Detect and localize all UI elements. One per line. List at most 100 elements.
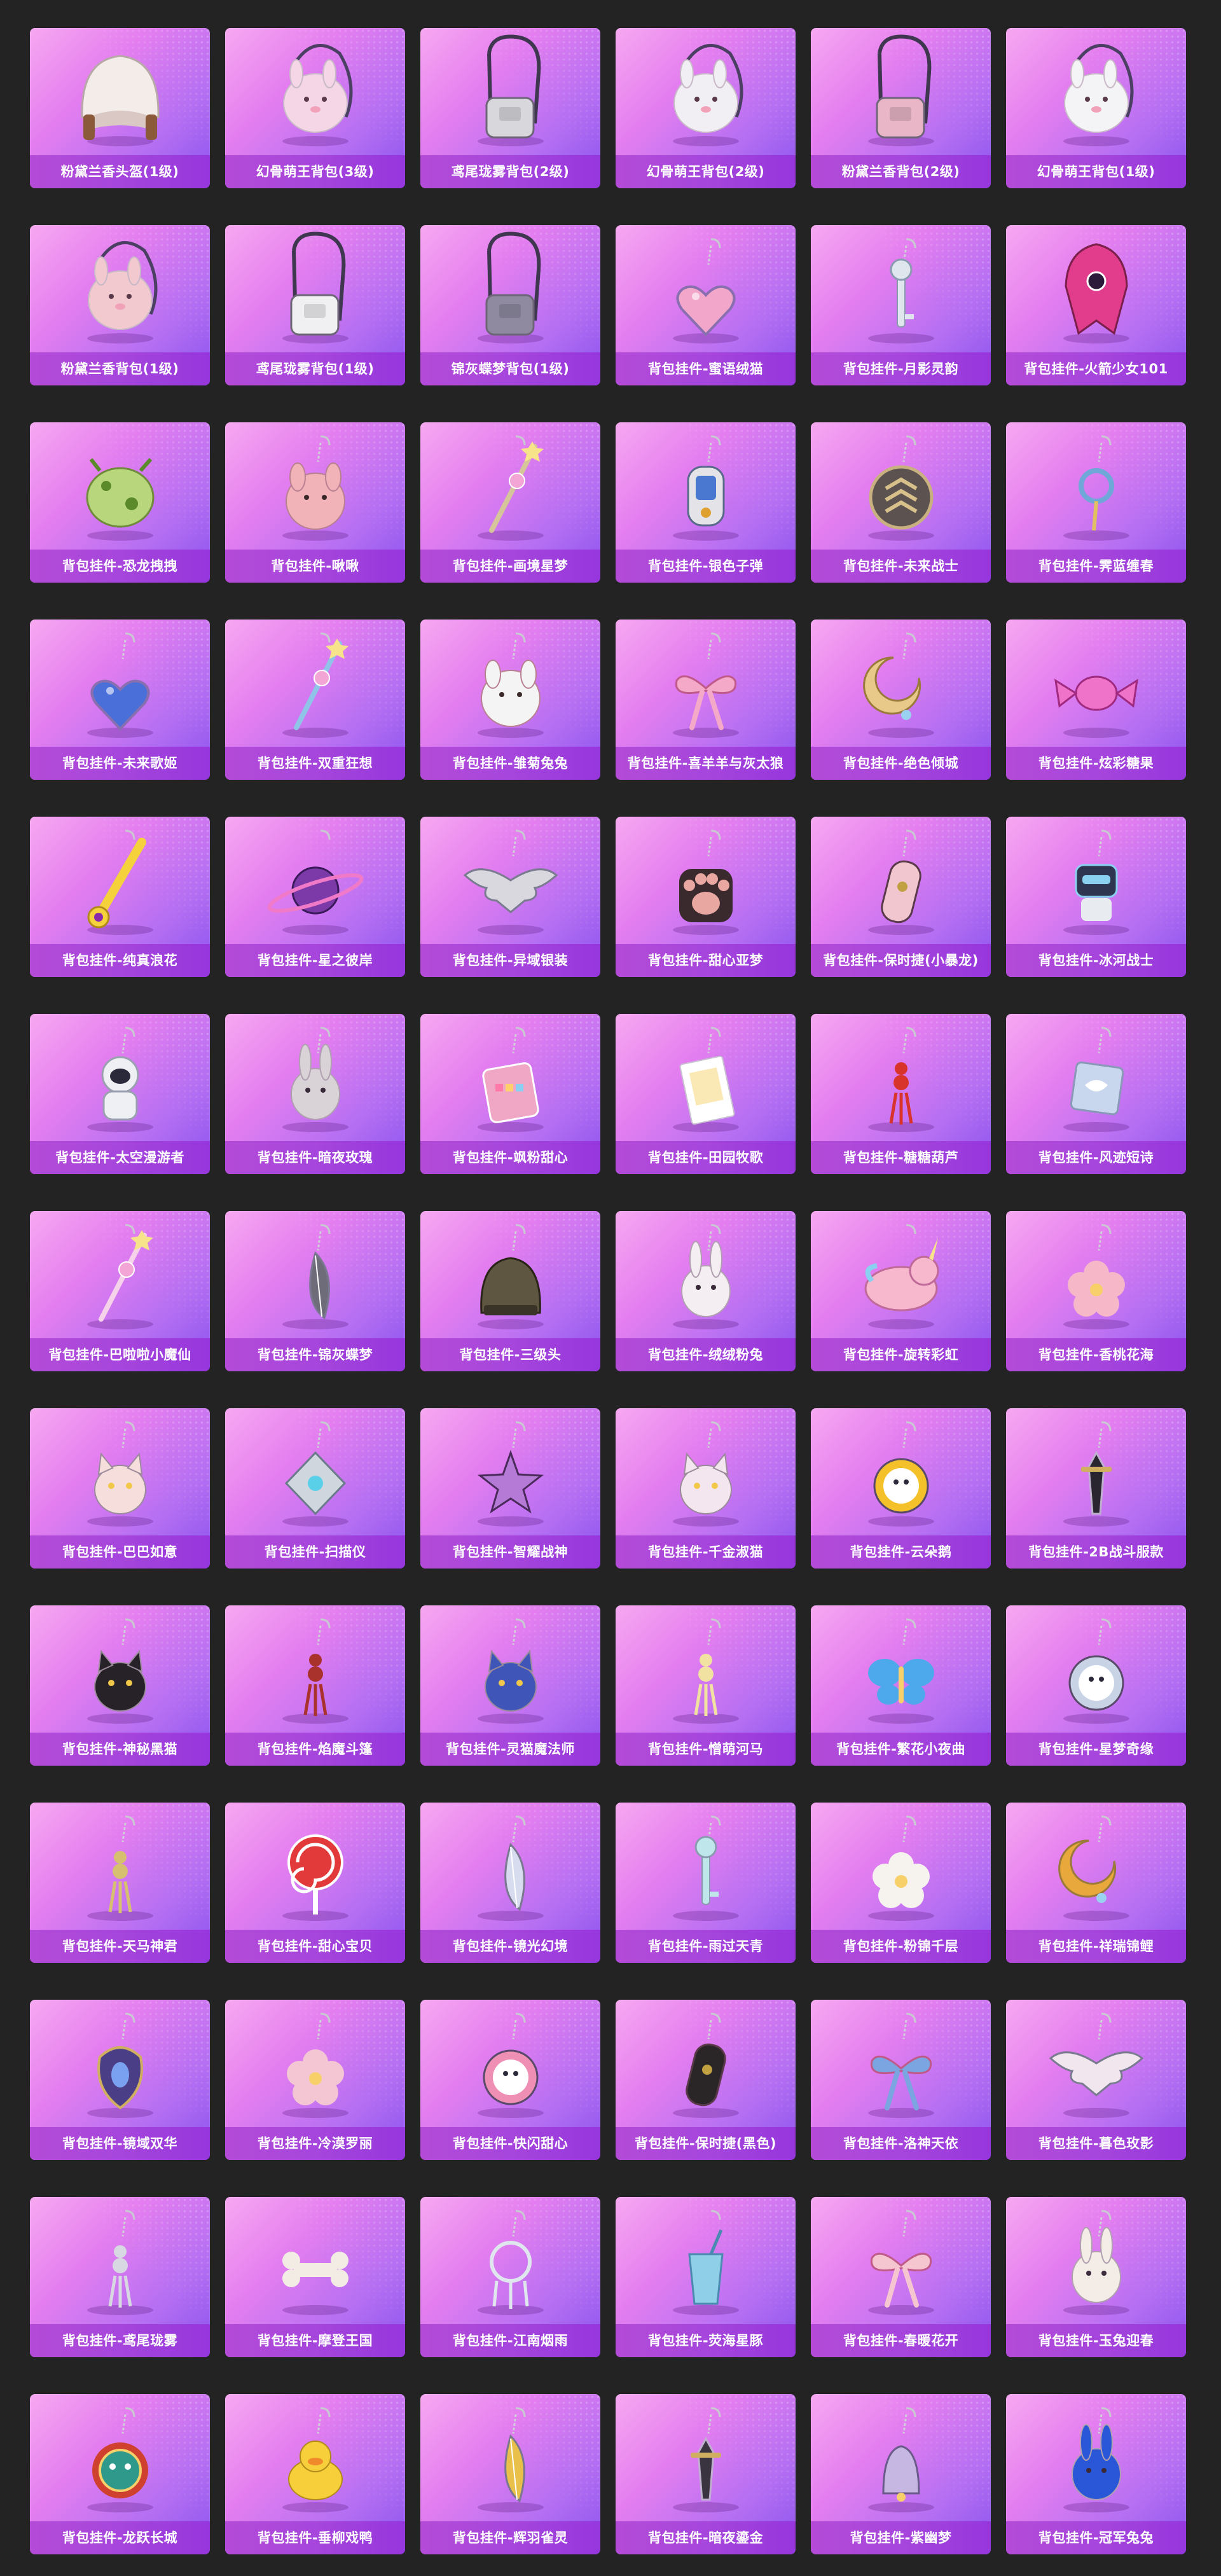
flower-charm-icon [868,1815,934,1921]
item-card-42[interactable]: 背包挂件-香桃花海 [1006,1211,1186,1371]
item-card-43[interactable]: 背包挂件-巴巴如意 [30,1408,210,1568]
item-label: 背包挂件-三级头 [420,1338,600,1371]
item-card-22[interactable]: 背包挂件-喜羊羊与灰太狼 [616,620,796,780]
item-card-14[interactable]: 背包挂件-啾啾 [225,422,405,583]
backpack-icon [282,232,348,343]
item-card-28[interactable]: 背包挂件-甜心亚梦 [616,817,796,977]
item-card-36[interactable]: 背包挂件-风迹短诗 [1006,1014,1186,1174]
item-label: 背包挂件-雏菊兔兔 [420,747,600,780]
item-card-72[interactable]: 背包挂件-玉兔迎春 [1006,2197,1186,2357]
item-card-73[interactable]: 背包挂件-龙跃长城 [30,2394,210,2554]
item-card-56[interactable]: 背包挂件-甜心宝贝 [225,1803,405,1963]
item-card-51[interactable]: 背包挂件-灵猫魔法师 [420,1605,600,1766]
item-card-55[interactable]: 背包挂件-天马神君 [30,1803,210,1963]
item-label: 背包挂件-绝色倾城 [811,747,991,780]
item-card-62[interactable]: 背包挂件-冷漠罗丽 [225,2000,405,2160]
item-card-5[interactable]: 粉黛兰香背包(2级) [811,28,991,188]
item-card-54[interactable]: 背包挂件-星梦奇缘 [1006,1605,1186,1766]
item-card-10[interactable]: 背包挂件-蜜语绒猫 [616,225,796,385]
item-card-3[interactable]: 鸢尾珑雾背包(2级) [420,28,600,188]
item-label: 背包挂件-炫彩糖果 [1006,747,1186,780]
item-card-65[interactable]: 背包挂件-洛神天依 [811,2000,991,2160]
item-card-17[interactable]: 背包挂件-未来战士 [811,422,991,583]
item-card-11[interactable]: 背包挂件-月影灵韵 [811,225,991,385]
item-card-7[interactable]: 粉黛兰香背包(1级) [30,225,210,385]
planet-charm-icon [267,829,364,935]
item-card-70[interactable]: 背包挂件-荧海星豚 [616,2197,796,2357]
item-card-57[interactable]: 背包挂件-镜光幻境 [420,1803,600,1963]
item-card-41[interactable]: 背包挂件-旋转彩虹 [811,1211,991,1371]
item-card-60[interactable]: 背包挂件-祥瑞锦鲤 [1006,1803,1186,1963]
item-card-74[interactable]: 背包挂件-垂柳戏鸭 [225,2394,405,2554]
item-card-1[interactable]: 粉黛兰香头盔(1级) [30,28,210,188]
item-card-40[interactable]: 背包挂件-绒绒粉兔 [616,1211,796,1371]
item-card-50[interactable]: 背包挂件-焰魔斗篷 [225,1605,405,1766]
item-label: 背包挂件-糖糖葫芦 [811,1141,991,1174]
item-label: 背包挂件-未来战士 [811,550,991,583]
item-card-48[interactable]: 背包挂件-2B战斗服款 [1006,1408,1186,1568]
item-card-76[interactable]: 背包挂件-暗夜鎏金 [616,2394,796,2554]
item-card-16[interactable]: 背包挂件-银色子弹 [616,422,796,583]
item-card-32[interactable]: 背包挂件-暗夜玫瑰 [225,1014,405,1174]
item-card-30[interactable]: 背包挂件-冰河战士 [1006,817,1186,977]
item-card-21[interactable]: 背包挂件-雏菊兔兔 [420,620,600,780]
item-card-75[interactable]: 背包挂件-辉羽雀灵 [420,2394,600,2554]
item-card-44[interactable]: 背包挂件-扫描仪 [225,1408,405,1568]
item-card-45[interactable]: 背包挂件-智耀战神 [420,1408,600,1568]
item-card-13[interactable]: 背包挂件-恐龙拽拽 [30,422,210,583]
item-card-78[interactable]: 背包挂件-冠军兔兔 [1006,2394,1186,2554]
item-card-26[interactable]: 背包挂件-星之彼岸 [225,817,405,977]
item-card-12[interactable]: 背包挂件-火箭少女101 [1006,225,1186,385]
item-card-9[interactable]: 锦灰蝶梦背包(1级) [420,225,600,385]
item-card-49[interactable]: 背包挂件-神秘黑猫 [30,1605,210,1766]
item-label: 背包挂件-香桃花海 [1006,1338,1186,1371]
item-card-37[interactable]: 背包挂件-巴啦啦小魔仙 [30,1211,210,1371]
item-card-29[interactable]: 背包挂件-保时捷(小暴龙) [811,817,991,977]
item-card-6[interactable]: 幻骨萌王背包(1级) [1006,28,1186,188]
item-card-58[interactable]: 背包挂件-雨过天青 [616,1803,796,1963]
item-card-31[interactable]: 背包挂件-太空漫游者 [30,1014,210,1174]
item-card-34[interactable]: 背包挂件-田园牧歌 [616,1014,796,1174]
item-card-66[interactable]: 背包挂件-暮色玫影 [1006,2000,1186,2160]
item-label: 背包挂件-憎萌河马 [616,1733,796,1766]
item-card-15[interactable]: 背包挂件-画境星梦 [420,422,600,583]
item-card-53[interactable]: 背包挂件-繁花小夜曲 [811,1605,991,1766]
item-card-39[interactable]: 背包挂件-三级头 [420,1211,600,1371]
item-card-23[interactable]: 背包挂件-绝色倾城 [811,620,991,780]
item-card-27[interactable]: 背包挂件-异域银装 [420,817,600,977]
item-card-64[interactable]: 背包挂件-保时捷(黑色) [616,2000,796,2160]
feather-charm-icon [282,1224,348,1329]
item-card-35[interactable]: 背包挂件-糖糖葫芦 [811,1014,991,1174]
item-card-77[interactable]: 背包挂件-紫幽梦 [811,2394,991,2554]
item-card-69[interactable]: 背包挂件-江南烟雨 [420,2197,600,2357]
item-card-67[interactable]: 背包挂件-鸢尾珑雾 [30,2197,210,2357]
item-label: 背包挂件-风迹短诗 [1006,1141,1186,1174]
item-card-8[interactable]: 鸢尾珑雾背包(1级) [225,225,405,385]
item-card-68[interactable]: 背包挂件-摩登王国 [225,2197,405,2357]
item-card-52[interactable]: 背包挂件-憎萌河马 [616,1605,796,1766]
item-card-46[interactable]: 背包挂件-千金淑猫 [616,1408,796,1568]
plush-backpack-icon [1063,44,1134,146]
item-card-38[interactable]: 背包挂件-锦灰蝶梦 [225,1211,405,1371]
item-card-2[interactable]: 幻骨萌王背包(3级) [225,28,405,188]
item-card-33[interactable]: 背包挂件-飒粉甜心 [420,1014,600,1174]
item-label: 背包挂件-纯真浪花 [30,944,210,977]
item-card-59[interactable]: 背包挂件-粉锦千层 [811,1803,991,1963]
item-card-63[interactable]: 背包挂件-快闪甜心 [420,2000,600,2160]
item-card-19[interactable]: 背包挂件-未来歌姬 [30,620,210,780]
item-label: 背包挂件-2B战斗服款 [1006,1535,1186,1568]
tassel-charm-icon [87,1815,153,1921]
plush-backpack-icon [87,241,158,343]
item-card-24[interactable]: 背包挂件-炫彩糖果 [1006,620,1186,780]
item-card-18[interactable]: 背包挂件-霁蓝缠春 [1006,422,1186,583]
item-card-4[interactable]: 幻骨萌王背包(2级) [616,28,796,188]
item-card-47[interactable]: 背包挂件-云朵鹅 [811,1408,991,1568]
item-card-20[interactable]: 背包挂件-双重狂想 [225,620,405,780]
item-card-71[interactable]: 背包挂件-春暖花开 [811,2197,991,2357]
item-card-25[interactable]: 背包挂件-纯真浪花 [30,817,210,977]
bone-charm-icon [282,2252,348,2315]
item-label: 背包挂件-粉锦千层 [811,1930,991,1963]
item-card-61[interactable]: 背包挂件-镜域双华 [30,2000,210,2160]
sword-charm-icon [673,2407,739,2512]
moon-charm-icon [1058,1815,1129,1921]
